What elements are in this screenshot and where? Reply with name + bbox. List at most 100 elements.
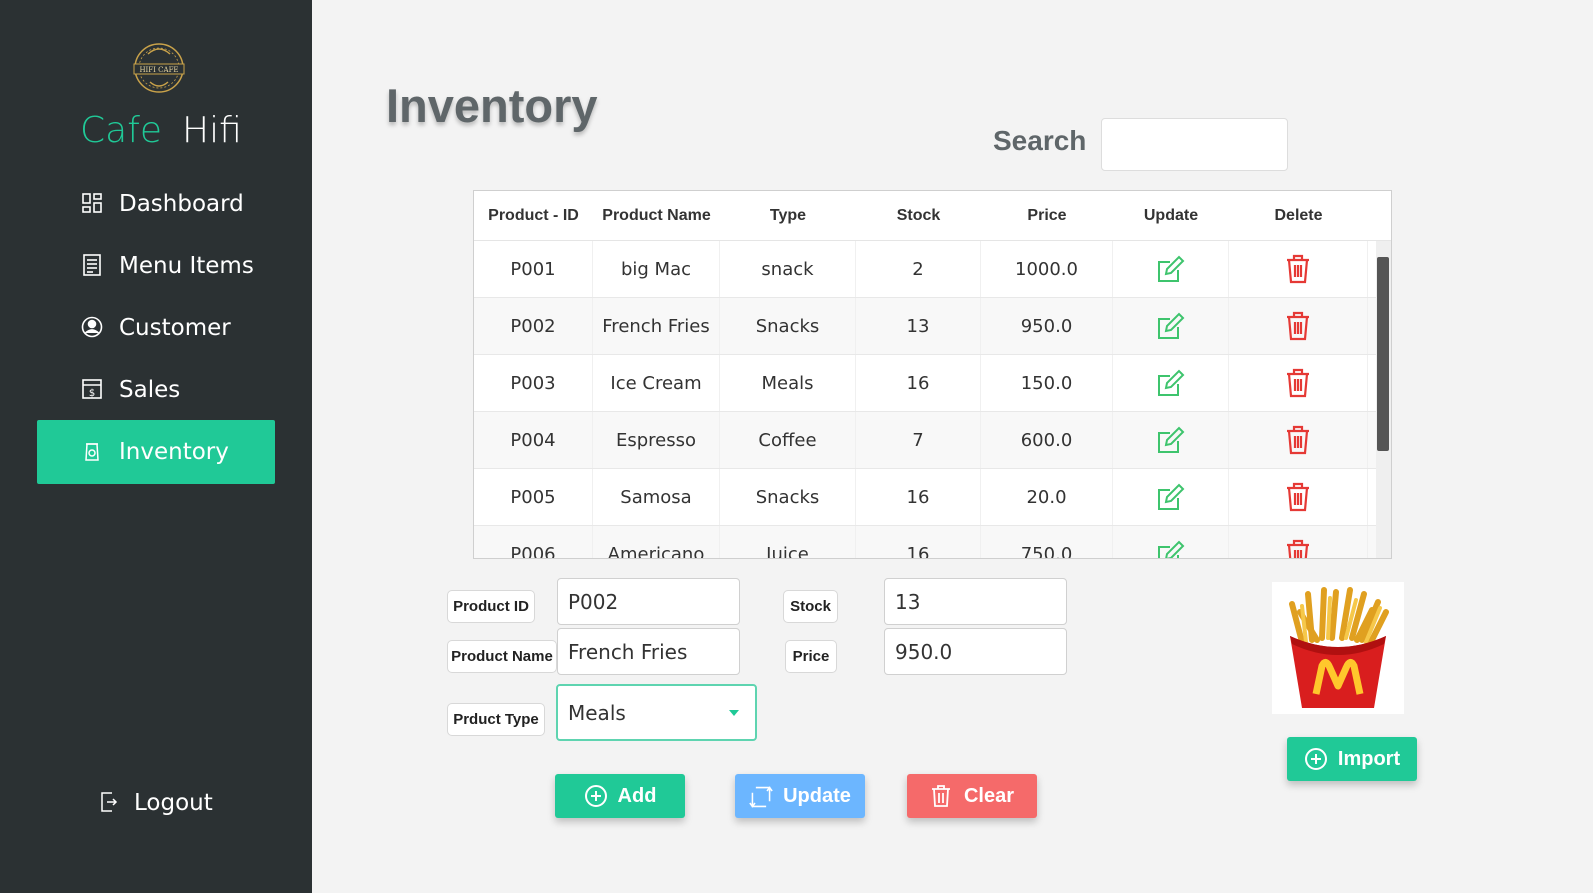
sidebar: HIFI CAFE Cafe Hifi Dashboard Menu Items … — [0, 0, 312, 893]
table-scrollbar-thumb[interactable] — [1377, 257, 1389, 451]
col-header-product-name[interactable]: Product Name — [593, 207, 720, 225]
cell-type: Coffee — [720, 412, 856, 468]
product-type-label: Prduct Type — [447, 703, 545, 736]
cell-stock: 16 — [856, 526, 981, 558]
product-id-field[interactable]: P002 — [557, 578, 740, 625]
table-row[interactable]: P002 French Fries Snacks 13 950.0 — [474, 298, 1376, 355]
table-row[interactable]: P006 Americano Juice 16 750.0 — [474, 526, 1376, 558]
sidebar-item-sales[interactable]: $ Sales — [37, 358, 275, 422]
add-button[interactable]: Add — [555, 774, 685, 818]
edit-icon[interactable] — [1113, 241, 1229, 297]
sidebar-item-label: Dashboard — [119, 191, 244, 217]
sidebar-item-customer[interactable]: Customer — [37, 296, 275, 360]
edit-icon[interactable] — [1113, 298, 1229, 354]
svg-text:$: $ — [89, 388, 95, 399]
sidebar-item-label: Inventory — [119, 439, 229, 465]
cell-type: snack — [720, 241, 856, 297]
update-label: Update — [783, 784, 851, 807]
stock-field[interactable]: 13 — [884, 578, 1067, 625]
col-header-product-id[interactable]: Product - ID — [474, 207, 593, 225]
inventory-table: Product - ID Product Name Type Stock Pri… — [473, 190, 1392, 559]
sidebar-item-inventory[interactable]: Inventory — [37, 420, 275, 484]
search-label: Search — [993, 125, 1087, 156]
chevron-down-icon — [729, 710, 739, 716]
delete-icon[interactable] — [1229, 412, 1368, 468]
cell-product-id: P003 — [474, 355, 593, 411]
cell-product-id: P006 — [474, 526, 593, 558]
product-name-field[interactable]: French Fries — [557, 628, 740, 675]
brand-part-2: Hifi — [182, 110, 242, 151]
table-row[interactable]: P005 Samosa Snacks 16 20.0 — [474, 469, 1376, 526]
cell-price: 20.0 — [981, 469, 1113, 525]
cell-stock: 7 — [856, 412, 981, 468]
delete-icon[interactable] — [1229, 241, 1368, 297]
cell-product-name: big Mac — [593, 241, 720, 297]
sidebar-item-dashboard[interactable]: Dashboard — [37, 172, 275, 236]
cell-price: 750.0 — [981, 526, 1113, 558]
col-header-stock[interactable]: Stock — [856, 207, 981, 225]
cell-price: 1000.0 — [981, 241, 1113, 297]
cell-product-name: Samosa — [593, 469, 720, 525]
cell-product-name: Ice Cream — [593, 355, 720, 411]
delete-icon[interactable] — [1229, 355, 1368, 411]
edit-icon[interactable] — [1113, 526, 1229, 558]
fries-image — [1289, 587, 1389, 708]
col-header-update[interactable]: Update — [1113, 207, 1229, 225]
add-label: Add — [617, 784, 657, 807]
edit-icon[interactable] — [1113, 412, 1229, 468]
col-header-price[interactable]: Price — [981, 207, 1113, 225]
edit-icon[interactable] — [1113, 469, 1229, 525]
cell-price: 150.0 — [981, 355, 1113, 411]
delete-icon[interactable] — [1229, 469, 1368, 525]
cell-product-id: P002 — [474, 298, 593, 354]
stock-label: Stock — [783, 590, 838, 623]
product-type-value: Meals — [568, 700, 626, 725]
delete-icon[interactable] — [1229, 298, 1368, 354]
table-row[interactable]: P001 big Mac snack 2 1000.0 — [474, 241, 1376, 298]
delete-icon[interactable] — [1229, 526, 1368, 558]
col-header-type[interactable]: Type — [720, 207, 856, 225]
cell-stock: 13 — [856, 298, 981, 354]
sidebar-item-label: Customer — [119, 315, 231, 341]
cell-product-id: P004 — [474, 412, 593, 468]
table-header: Product - ID Product Name Type Stock Pri… — [474, 191, 1391, 241]
cell-product-name: Espresso — [593, 412, 720, 468]
col-header-delete[interactable]: Delete — [1229, 207, 1368, 225]
sales-icon: $ — [81, 378, 105, 402]
cafe-logo: HIFI CAFE — [122, 40, 196, 96]
refresh-icon — [749, 784, 773, 808]
sidebar-item-label: Menu Items — [119, 253, 254, 279]
cell-stock: 2 — [856, 241, 981, 297]
cell-stock: 16 — [856, 469, 981, 525]
cell-price: 950.0 — [981, 298, 1113, 354]
price-field[interactable]: 950.0 — [884, 628, 1067, 675]
update-button[interactable]: Update — [735, 774, 865, 818]
inventory-icon — [81, 440, 105, 464]
logo-text: HIFI CAFE — [139, 66, 178, 74]
product-id-label: Product ID — [447, 590, 535, 623]
cell-product-id: P005 — [474, 469, 593, 525]
menu-icon — [81, 254, 105, 278]
import-button[interactable]: Import — [1287, 737, 1417, 781]
table-row[interactable]: P004 Espresso Coffee 7 600.0 — [474, 412, 1376, 469]
page-title: Inventory — [386, 79, 598, 132]
sidebar-item-label: Sales — [119, 377, 181, 403]
cell-type: Snacks — [720, 469, 856, 525]
search-input[interactable] — [1101, 118, 1288, 171]
product-name-label: Product Name — [447, 640, 557, 673]
plus-circle-icon — [1304, 747, 1328, 771]
table-row[interactable]: P003 Ice Cream Meals 16 150.0 — [474, 355, 1376, 412]
cell-product-id: P001 — [474, 241, 593, 297]
logout-button[interactable]: Logout — [100, 790, 213, 816]
product-image-preview — [1272, 582, 1404, 714]
trash-icon — [930, 784, 954, 808]
cell-type: Snacks — [720, 298, 856, 354]
edit-icon[interactable] — [1113, 355, 1229, 411]
logout-label: Logout — [134, 790, 213, 816]
table-body: P001 big Mac snack 2 1000.0 P002 French Fries S… — [474, 241, 1376, 558]
sidebar-item-menu-items[interactable]: Menu Items — [37, 234, 275, 298]
product-type-select[interactable]: Meals — [556, 684, 757, 741]
clear-button[interactable]: Clear — [907, 774, 1037, 818]
brand-name: Cafe Hifi — [80, 110, 242, 151]
brand-part-1: Cafe — [80, 110, 163, 151]
